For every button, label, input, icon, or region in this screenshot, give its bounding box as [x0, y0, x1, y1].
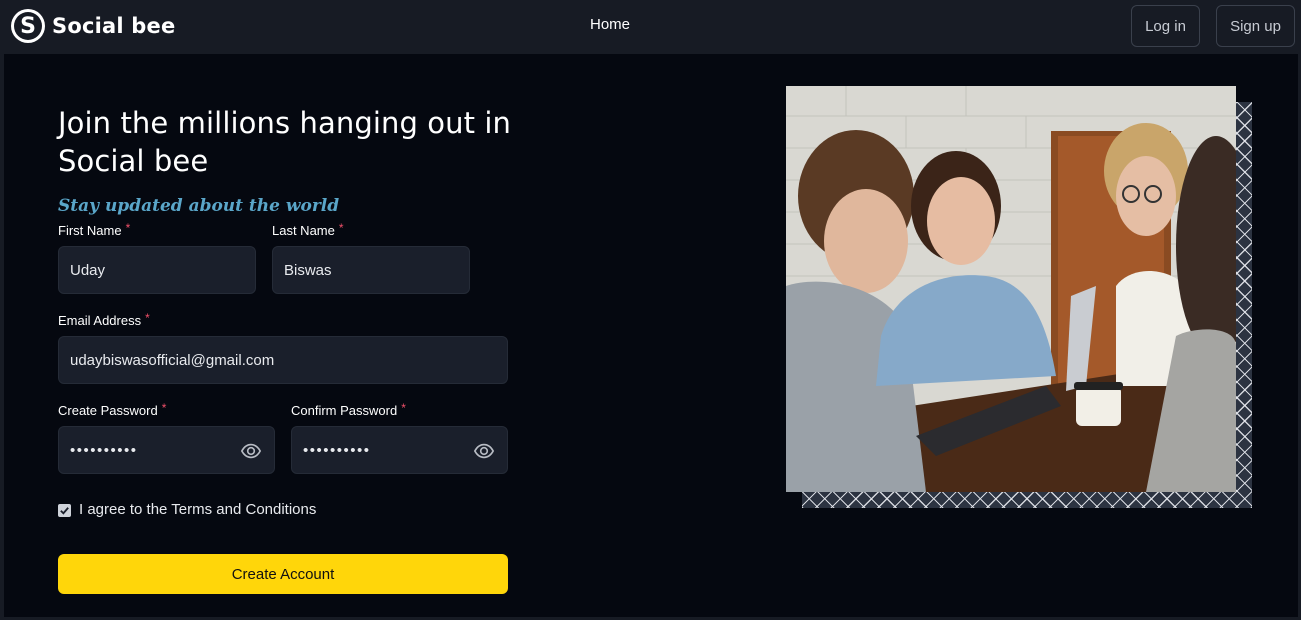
hero-photo [786, 86, 1236, 492]
create-account-button[interactable]: Create Account [58, 554, 508, 594]
email-value: udaybiswasofficial@gmail.com [70, 351, 275, 369]
confirm-password-label-text: Confirm Password [291, 403, 398, 418]
create-password-input[interactable]: •••••••••• [58, 426, 275, 474]
logo-letter: S [20, 13, 36, 39]
terms-checkbox[interactable] [58, 504, 71, 517]
confirm-password-label: Confirm Password * [291, 401, 406, 418]
checkmark-icon [60, 507, 69, 515]
eye-icon[interactable] [240, 440, 262, 462]
first-name-input[interactable]: Uday [58, 246, 256, 294]
brand-logo[interactable]: S Social bee [11, 9, 175, 43]
email-label-text: Email Address [58, 313, 142, 328]
email-input[interactable]: udaybiswasofficial@gmail.com [58, 336, 508, 384]
required-marker: * [401, 401, 406, 415]
logo-icon: S [11, 9, 45, 43]
last-name-input[interactable]: Biswas [272, 246, 470, 294]
required-marker: * [161, 401, 167, 415]
last-name-label-text: Last Name [272, 223, 335, 238]
first-name-label: First Name * [58, 221, 131, 238]
page-headline: Join the millions hanging out in Social … [58, 106, 512, 178]
create-password-label-text: Create Password [58, 403, 158, 418]
confirm-password-input[interactable]: •••••••••• [291, 426, 508, 474]
required-marker: * [125, 221, 131, 235]
tagline: Stay updated about the world [58, 196, 340, 216]
login-button[interactable]: Log in [1131, 5, 1200, 47]
first-name-label-text: First Name [58, 223, 122, 238]
brand-name: Social bee [52, 14, 176, 38]
eye-icon[interactable] [473, 440, 495, 462]
required-marker: * [338, 221, 344, 235]
create-password-value: •••••••••• [70, 441, 138, 459]
create-password-label: Create Password * [58, 401, 167, 418]
confirm-password-value: •••••••••• [303, 441, 371, 459]
signup-button[interactable]: Sign up [1216, 5, 1295, 47]
terms-label[interactable]: I agree to the Terms and Conditions [79, 501, 316, 518]
first-name-value: Uday [70, 261, 106, 279]
email-label: Email Address * [58, 311, 150, 328]
required-marker: * [145, 311, 150, 325]
people-photo-illustration [786, 86, 1236, 492]
nav-home-link[interactable]: Home [590, 16, 630, 33]
last-name-label: Last Name * [272, 221, 344, 238]
last-name-value: Biswas [284, 261, 332, 279]
navbar: S Social bee Home Log in Sign up [0, 0, 1301, 54]
